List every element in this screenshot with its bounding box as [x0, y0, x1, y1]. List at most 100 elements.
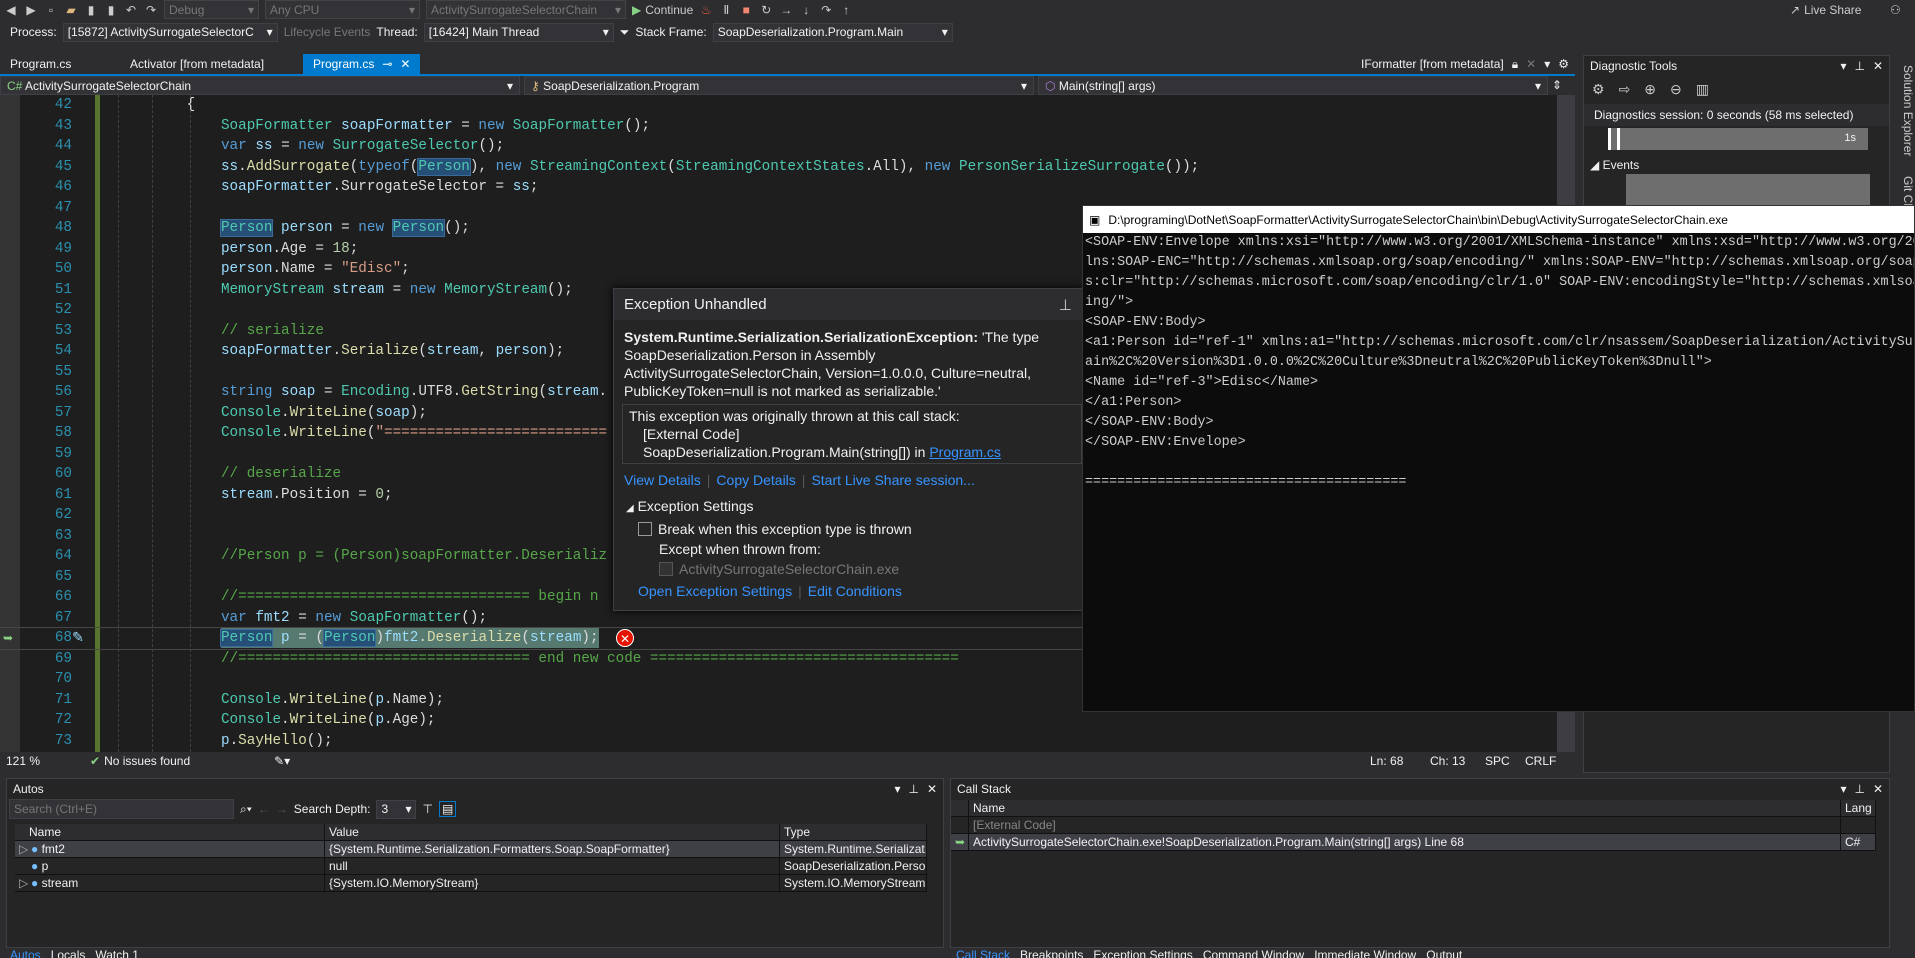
filter-icon[interactable]: ⏷	[620, 25, 630, 40]
pin-icon[interactable]: ⊥	[1854, 782, 1864, 796]
pin-icon[interactable]: ⊸	[382, 54, 392, 74]
stop-icon[interactable]: ■	[739, 3, 753, 17]
console-title-bar[interactable]: ▣ D:\programing\DotNet\SoapFormatter\Acti…	[1083, 206, 1914, 233]
live-share-link[interactable]: Start Live Share session...	[811, 472, 974, 488]
new-file-icon[interactable]: ▫	[44, 3, 58, 17]
quick-actions-icon[interactable]: ✎	[72, 628, 84, 649]
exception-settings-toggle[interactable]: ◢ Exception Settings	[626, 496, 1070, 519]
copy-details-link[interactable]: Copy Details	[716, 472, 795, 488]
autos-row[interactable]: ▷ ● stream {System.IO.MemoryStream} System.…	[15, 874, 927, 892]
call-stack-row[interactable]: [External Code]	[951, 816, 1876, 834]
gear-icon[interactable]: ⚙	[1558, 57, 1569, 72]
selection-start[interactable]	[1608, 128, 1611, 150]
step-into-icon[interactable]: ↓	[799, 3, 813, 17]
code-line[interactable]: 73 p.SayHello();	[0, 731, 1557, 752]
tab-exception-settings[interactable]: Exception Settings	[1093, 948, 1192, 958]
show-next-statement-icon[interactable]: →	[779, 3, 793, 17]
issues-status[interactable]: No issues found	[104, 754, 274, 768]
pin-icon[interactable]: ⊥	[1854, 59, 1864, 73]
edit-conditions-link[interactable]: Edit Conditions	[808, 581, 902, 601]
autos-row[interactable]: ● p null SoapDeserialization.Person	[15, 857, 927, 875]
line-ending[interactable]: CRLF	[1525, 754, 1575, 768]
tab-watch-1[interactable]: Watch 1	[95, 948, 139, 958]
process-dropdown[interactable]: [15872] ActivitySurrogateSelectorC ▾	[62, 22, 278, 42]
timeline[interactable]: 1s	[1608, 128, 1868, 150]
split-editor-icon[interactable]: ⇕	[1552, 76, 1562, 95]
source-file-link[interactable]: Program.cs	[929, 444, 1001, 460]
code-line[interactable]: 46 soapFormatter.SurrogateSelector = ss;	[0, 177, 1557, 198]
code-line[interactable]: 72 Console.WriteLine(p.Age);	[0, 710, 1557, 731]
tab-call-stack[interactable]: Call Stack	[956, 948, 1010, 958]
project-dropdown[interactable]: C# ActivitySurrogateSelectorChain ▾	[0, 76, 520, 95]
column-header-name[interactable]: Name	[969, 799, 1841, 817]
gear-icon[interactable]: ⚙	[1592, 81, 1605, 98]
autos-row[interactable]: ▷ ● fmt2 {System.Runtime.Serialization.For…	[15, 840, 927, 858]
type-dropdown[interactable]: ⚷ SoapDeserialization.Program ▾	[524, 76, 1034, 95]
whitespace-mode[interactable]: SPC	[1485, 754, 1525, 768]
zoom-in-icon[interactable]: ⊕	[1644, 81, 1656, 98]
hot-reload-icon[interactable]: ♨	[699, 3, 713, 17]
events-section[interactable]: ◢ Events	[1584, 150, 1889, 174]
zoom-dropdown[interactable]: 121 %	[0, 754, 70, 768]
search-back-icon[interactable]: ←	[258, 802, 270, 816]
code-line[interactable]: 43 SoapFormatter soapFormatter = new Soa…	[0, 116, 1557, 137]
chevron-down-icon[interactable]: ▾	[1840, 782, 1846, 796]
zoom-out-icon[interactable]: ⊖	[1670, 81, 1682, 98]
column-header-name[interactable]: Name	[15, 823, 325, 841]
config-dropdown[interactable]: Debug ▾	[164, 0, 259, 19]
tab-command-window[interactable]: Command Window	[1203, 948, 1304, 958]
open-folder-icon[interactable]: ▰	[64, 3, 78, 17]
account-icon[interactable]: ⚇	[1890, 3, 1901, 17]
member-dropdown[interactable]: ⬡ Main(string[] args) ▾	[1038, 76, 1548, 95]
search-icon[interactable]: ⌕▾	[240, 802, 252, 817]
code-line[interactable]: 45 ss.AddSurrogate(typeof(Person), new S…	[0, 157, 1557, 178]
console-window[interactable]: ▣ D:\programing\DotNet\SoapFormatter\Acti…	[1082, 205, 1915, 712]
column-header-value[interactable]: Value	[325, 823, 780, 841]
tab-autos[interactable]: Autos	[10, 948, 41, 958]
pin-icon[interactable]: ⊥	[1059, 296, 1072, 314]
platform-dropdown[interactable]: Any CPU ▾	[265, 0, 420, 19]
pause-icon[interactable]: Ⅱ	[719, 3, 733, 17]
lifecycle-events-button[interactable]: Lifecycle Events	[284, 25, 371, 39]
continue-button[interactable]: ▶ Continue	[632, 3, 693, 17]
tab-program-cs-active[interactable]: Program.cs ⊸ ✕	[303, 54, 421, 74]
undo-icon[interactable]: ↶	[124, 3, 138, 17]
tab-iformatter-metadata[interactable]: IFormatter [from metadata]	[1361, 57, 1504, 72]
chevron-down-icon[interactable]: ▾	[1544, 57, 1550, 72]
save-icon[interactable]: ▮	[84, 3, 98, 17]
tab-immediate-window[interactable]: Immediate Window	[1314, 948, 1416, 958]
variable-value[interactable]: {System.IO.MemoryStream}	[325, 874, 780, 892]
search-forward-icon[interactable]: →	[276, 802, 288, 816]
chevron-down-icon[interactable]: ▾	[894, 782, 900, 796]
forward-icon[interactable]: ▶	[24, 3, 38, 17]
save-all-icon[interactable]: ▮	[104, 3, 118, 17]
column-header-lang[interactable]: Lang	[1841, 799, 1876, 817]
export-icon[interactable]: ⇨	[1619, 81, 1631, 98]
live-share-button[interactable]: ↗ Live Share	[1790, 3, 1861, 17]
code-line[interactable]: 44 var ss = new SurrogateSelector();	[0, 136, 1557, 157]
exception-error-icon[interactable]: ✕	[616, 629, 634, 647]
restart-icon[interactable]: ↻	[759, 3, 773, 17]
close-icon[interactable]: ✕	[927, 782, 937, 796]
variable-value[interactable]: null	[325, 857, 780, 875]
solution-explorer-tab[interactable]: Solution Explorer	[1897, 55, 1915, 166]
stack-frame-dropdown[interactable]: SoapDeserialization.Program.Main ▾	[712, 22, 953, 42]
expand-arrow-icon[interactable]: ▷	[19, 841, 31, 858]
selection-end[interactable]	[1617, 128, 1620, 150]
pin-filter-icon[interactable]: ⊤	[422, 802, 432, 816]
tab-program-cs[interactable]: Program.cs	[0, 54, 120, 74]
expand-arrow-icon[interactable]: ▷	[19, 875, 31, 892]
code-line[interactable]: 42 {	[0, 95, 1557, 116]
redo-icon[interactable]: ↷	[144, 3, 158, 17]
tab-output[interactable]: Output	[1426, 948, 1462, 958]
step-out-icon[interactable]: ↑	[839, 3, 853, 17]
close-icon[interactable]: ✕	[1873, 59, 1883, 73]
open-exception-settings-link[interactable]: Open Exception Settings	[638, 581, 792, 601]
close-icon[interactable]: ✕	[1873, 782, 1883, 796]
variable-value[interactable]: {System.Runtime.Serialization.Formatters…	[325, 840, 780, 858]
tab-breakpoints[interactable]: Breakpoints	[1020, 948, 1083, 958]
close-icon[interactable]: ✕	[1526, 57, 1536, 72]
pin-icon[interactable]: ⊥	[908, 782, 918, 796]
search-depth-dropdown[interactable]: 3 ▾	[376, 799, 417, 819]
back-icon[interactable]: ◀	[4, 3, 18, 17]
